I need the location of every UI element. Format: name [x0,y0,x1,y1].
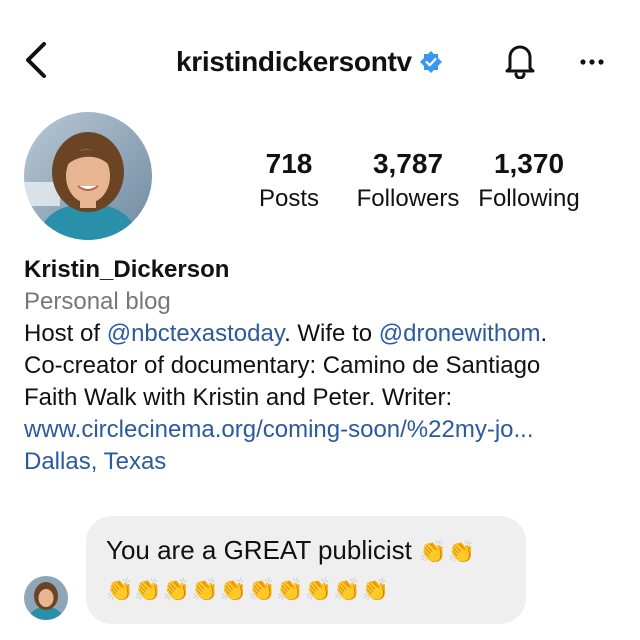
message-row: You are a GREAT publicist 👏👏 👏👏👏👏👏👏👏👏👏👏 [0,510,640,640]
bio-line-1: Host of @nbctexastoday. Wife to @dronewi… [24,318,624,350]
verified-badge-icon [419,51,442,73]
more-horizontal-icon [579,53,605,71]
bio-text: . [540,320,548,347]
back-button[interactable] [16,40,56,84]
bell-icon [503,41,537,84]
posts-value: 718 [265,148,313,179]
location-link[interactable]: Dallas, Texas [24,446,624,478]
username-text: kristindickersontv [176,46,412,77]
followers-value: 3,787 [372,148,444,179]
bio-line-2: Co-creator of documentary: Camino de San… [24,352,541,379]
posts-label: Posts [258,185,320,212]
notifications-button[interactable] [500,40,540,84]
following-value: 1,370 [493,148,565,179]
clap-emoji-row: 👏👏👏👏👏👏👏👏👏👏 [106,577,390,602]
following-count[interactable]: 1,370 Following [470,148,588,216]
message-bubble[interactable]: You are a GREAT publicist 👏👏 👏👏👏👏👏👏👏👏👏👏 [86,516,526,624]
message-text: You are a GREAT publicist [106,535,412,565]
following-label: Following [478,185,580,212]
sender-avatar[interactable] [24,576,68,620]
posts-count[interactable]: 718 Posts [248,148,330,216]
profile-bio: Kristin_Dickerson Personal blog Host of … [24,254,624,478]
bio-text: . Wife to [284,320,379,347]
chevron-left-icon [22,40,50,85]
followers-label: Followers [356,185,460,212]
display-name: Kristin_Dickerson [24,256,230,283]
bio-line-3: Faith Walk with Kristin and Peter. Write… [24,384,453,411]
username-title: kristindickersontv [176,42,442,82]
followers-count[interactable]: 3,787 Followers [352,148,464,216]
message-text-line: You are a GREAT publicist 👏👏 [106,530,506,571]
profile-avatar[interactable] [24,112,152,240]
bio-text: Host of [24,320,107,347]
mention-link[interactable]: @dronewithom [379,320,541,347]
mention-link[interactable]: @nbctexastoday [107,320,284,347]
clap-emoji: 👏👏 [419,539,476,564]
website-link[interactable]: www.circlecinema.org/coming-soon/%22my-j… [24,414,624,446]
category-label: Personal blog [24,288,171,315]
more-options-button[interactable] [572,40,612,84]
profile-header: kristindickersontv [0,0,640,120]
